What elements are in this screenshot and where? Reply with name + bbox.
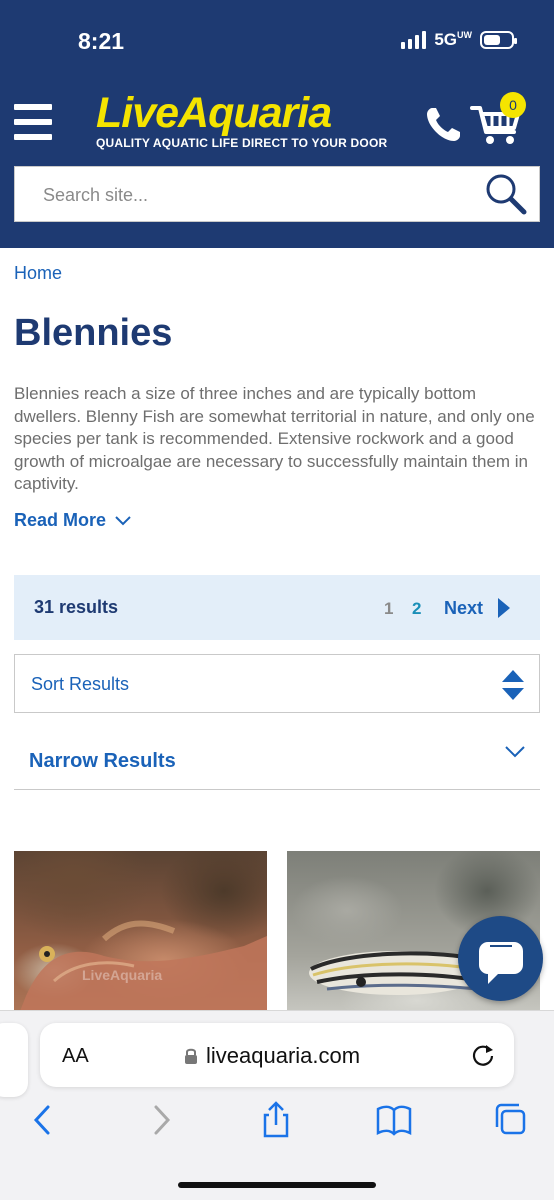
page-title: Blennies [14, 312, 173, 354]
battery-icon [480, 31, 517, 49]
search-icon[interactable] [483, 171, 529, 217]
chat-button[interactable] [458, 916, 543, 1001]
network-label: 5GUW [434, 30, 472, 49]
search-input[interactable] [43, 181, 463, 209]
results-pagination-bar: 31 results 1 2 Next [14, 575, 540, 640]
pagination-page-1: 1 [384, 599, 394, 618]
bookmarks-icon[interactable] [376, 1101, 412, 1139]
chevron-down-icon [115, 515, 131, 525]
search-bar [14, 166, 540, 222]
narrow-results-label: Narrow Results [29, 750, 176, 772]
sort-select[interactable]: Sort Results [14, 654, 540, 713]
next-page-button[interactable]: Next [444, 597, 511, 619]
menu-icon[interactable] [14, 104, 52, 140]
tabs-icon[interactable] [494, 1101, 530, 1139]
home-indicator [178, 1182, 376, 1188]
logo-wordmark: LiveAquaria [96, 89, 332, 137]
browser-toolbar [0, 1101, 554, 1147]
read-more-label: Read More [14, 510, 107, 530]
logo-tagline: QUALITY AQUATIC LIFE DIRECT TO YOUR DOOR [96, 136, 388, 150]
narrow-results-toggle[interactable]: Narrow Results [14, 728, 540, 790]
sort-label: Sort Results [31, 674, 130, 694]
image-watermark: LiveAquaria [82, 967, 163, 983]
product-image[interactable]: LiveAquaria [14, 851, 267, 1026]
page: 8:21 5GUW LiveAquaria QUALITY AQUATIC LI… [0, 0, 554, 1200]
address-bar[interactable]: AA liveaquaria.com [40, 1023, 514, 1087]
previous-tab-preview[interactable] [0, 1023, 28, 1097]
url-text: liveaquaria.com [206, 1043, 361, 1068]
phone-icon[interactable] [424, 104, 464, 144]
share-icon[interactable] [258, 1101, 294, 1139]
sort-arrows-icon [502, 670, 524, 700]
chat-icon [479, 942, 523, 984]
forward-icon[interactable] [142, 1101, 178, 1139]
signal-icon [401, 31, 427, 49]
status-time: 8:21 [78, 28, 125, 54]
next-label: Next [444, 597, 484, 618]
lock-icon [185, 1048, 197, 1064]
text-size-button[interactable]: AA [62, 1045, 89, 1068]
chevron-down-icon [505, 746, 525, 758]
chevron-right-icon [498, 598, 511, 618]
browser-chrome: AA liveaquaria.com [0, 1010, 554, 1200]
site-logo[interactable]: LiveAquaria QUALITY AQUATIC LIFE DIRECT … [96, 89, 394, 151]
category-description: Blennies reach a size of three inches an… [14, 384, 535, 493]
back-icon[interactable] [26, 1101, 62, 1139]
fish-image [14, 920, 267, 1026]
status-indicators: 5GUW [401, 30, 517, 50]
read-more-link[interactable]: Read More [14, 510, 132, 531]
reload-icon[interactable] [470, 1042, 496, 1068]
cart-count-badge: 0 [500, 92, 526, 118]
url-display[interactable]: liveaquaria.com [184, 1043, 360, 1069]
site-header: 8:21 5GUW LiveAquaria QUALITY AQUATIC LI… [0, 0, 554, 248]
breadcrumb-home-link[interactable]: Home [14, 263, 62, 284]
results-count: 31 results [34, 597, 119, 617]
pagination-page-2[interactable]: 2 [412, 599, 421, 619]
